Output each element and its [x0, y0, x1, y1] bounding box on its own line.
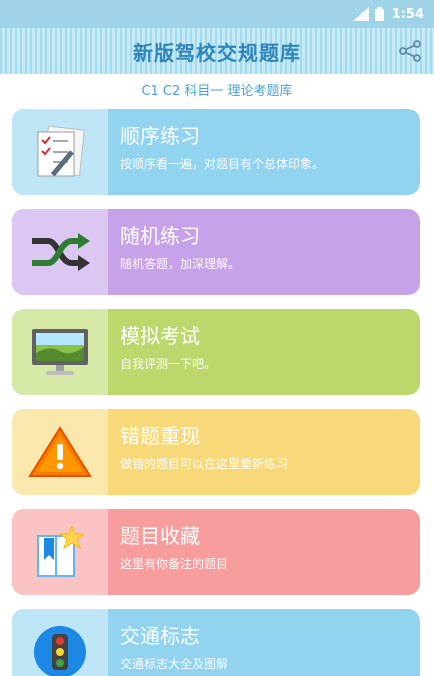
card-title: 随机练习	[120, 224, 200, 248]
status-bar: 1:54	[0, 0, 434, 28]
shuffle-icon	[32, 233, 90, 271]
card-wrong-questions[interactable]: 错题重现 做错的题目可以在这里重新练习	[12, 409, 420, 495]
card-icon-area	[12, 209, 108, 295]
card-title: 题目收藏	[120, 524, 200, 548]
share-icon[interactable]	[398, 39, 422, 63]
card-desc: 自我评测一下吧。	[120, 357, 217, 371]
card-desc: 交通标志大全及图解	[120, 657, 229, 671]
signal-icon	[352, 7, 369, 21]
card-text: 顺序练习 按顺序看一遍，对题目有个总体印象。	[108, 109, 420, 195]
card-sequential-practice[interactable]: 顺序练习 按顺序看一遍，对题目有个总体印象。	[12, 109, 420, 195]
status-time: 1:54	[391, 6, 424, 22]
card-text: 错题重现 做错的题目可以在这里重新练习	[108, 409, 420, 495]
card-title: 错题重现	[120, 424, 200, 448]
card-desc: 按顺序看一遍，对题目有个总体印象。	[120, 157, 325, 171]
card-desc: 随机答题，加深理解。	[120, 257, 241, 271]
card-icon-area	[12, 409, 108, 495]
card-text: 模拟考试 自我评测一下吧。	[108, 309, 420, 395]
card-desc: 做错的题目可以在这里重新练习	[120, 457, 289, 471]
card-text: 题目收藏 这里有你备注的题目	[108, 509, 420, 595]
card-icon-area	[12, 109, 108, 195]
battery-icon	[374, 7, 384, 21]
card-title: 顺序练习	[120, 124, 200, 148]
card-mock-exam[interactable]: 模拟考试 自我评测一下吧。	[12, 309, 420, 395]
card-traffic-signs[interactable]: 交通标志 交通标志大全及图解	[12, 609, 420, 676]
card-favorites[interactable]: 题目收藏 这里有你备注的题目	[12, 509, 420, 595]
bookmark-star-icon	[37, 524, 86, 577]
app-bar: 新版驾校交规题库	[0, 28, 434, 74]
card-text: 随机练习 随机答题，加深理解。	[108, 209, 420, 295]
card-icon-area	[12, 609, 108, 676]
card-title: 模拟考试	[120, 324, 200, 348]
page-title: 新版驾校交规题库	[133, 40, 301, 65]
card-icon-area	[12, 509, 108, 595]
card-text: 交通标志 交通标志大全及图解	[108, 609, 420, 676]
warning-icon	[28, 426, 92, 477]
card-desc: 这里有你备注的题目	[120, 557, 229, 571]
card-title: 交通标志	[120, 624, 200, 648]
monitor-icon	[32, 329, 88, 375]
card-random-practice[interactable]: 随机练习 随机答题，加深理解。	[12, 209, 420, 295]
subtitle: C1 C2 科目一 理论考题库	[141, 84, 293, 99]
checklist-pen-icon	[37, 125, 85, 177]
card-icon-area	[12, 309, 108, 395]
traffic-light-icon	[34, 626, 86, 676]
